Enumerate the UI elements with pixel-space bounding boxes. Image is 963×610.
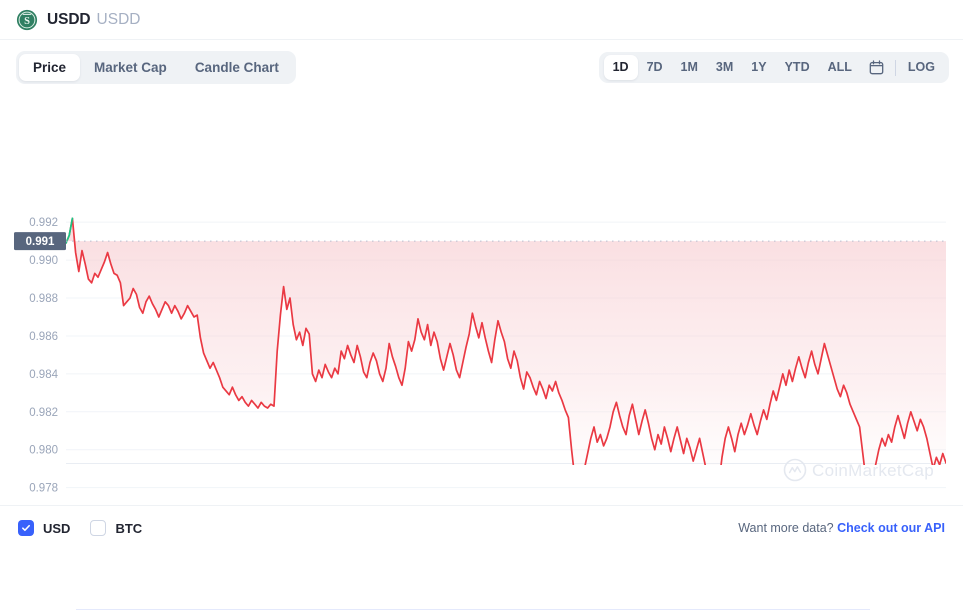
coin-name: USDD: [47, 10, 91, 28]
range-7d[interactable]: 7D: [638, 55, 672, 80]
y-axis-ticks: 0.992 0.990 0.988 0.986 0.984 0.982 0.980 0.978…: [29, 217, 58, 495]
chart-toolbar: Price Market Cap Candle Chart 1D 7D 1M 3…: [0, 40, 963, 95]
range-1d[interactable]: 1D: [603, 55, 638, 80]
chart-type-tabs: Price Market Cap Candle Chart: [16, 50, 296, 85]
y-tick-label: 0.986: [29, 331, 58, 343]
legend-item-usd[interactable]: USD: [18, 520, 70, 536]
current-price-badge-label: 0.991: [26, 236, 55, 248]
usd-label: USD: [43, 520, 71, 536]
y-tick-label: 0.980: [29, 445, 58, 457]
log-scale-button[interactable]: LOG: [899, 55, 944, 80]
y-tick-label: 0.990: [29, 255, 58, 267]
toolbar-divider: [894, 59, 896, 76]
y-tick-label: 0.984: [29, 369, 58, 381]
svg-text:S: S: [24, 16, 30, 27]
range-1y[interactable]: 1Y: [742, 55, 775, 80]
y-tick-label: 0.988: [29, 293, 58, 305]
range-1m[interactable]: 1M: [672, 55, 707, 80]
price-chart-svg[interactable]: 0.992 0.990 0.988 0.986 0.984 0.982 0.980 0.978…: [0, 95, 963, 505]
tab-price[interactable]: Price: [19, 53, 81, 82]
usd-checkbox[interactable]: [18, 520, 34, 536]
chart-footer: USD BTC Want more data? Check out our AP…: [0, 505, 963, 550]
range-3m[interactable]: 3M: [707, 55, 742, 80]
time-range-selector: 1D 7D 1M 3M 1Y YTD ALL LOG: [598, 52, 949, 83]
api-link[interactable]: Check out our API: [837, 521, 945, 535]
btc-checkbox[interactable]: [90, 520, 107, 536]
y-tick-label: 0.982: [29, 407, 58, 419]
currency-legend: USD BTC: [18, 520, 142, 536]
range-all[interactable]: ALL: [819, 55, 861, 80]
more-data-text: Want more data?: [738, 521, 834, 535]
btc-label: BTC: [115, 520, 143, 536]
calendar-icon[interactable]: [861, 56, 892, 79]
coin-symbol: USDD: [96, 10, 141, 28]
y-tick-label: 0.978: [29, 483, 58, 495]
tab-candle-chart[interactable]: Candle Chart: [181, 54, 293, 82]
usdd-coin-icon: S: [16, 9, 38, 30]
legend-item-btc[interactable]: BTC: [90, 520, 142, 536]
range-ytd[interactable]: YTD: [776, 55, 819, 80]
price-chart[interactable]: 0.992 0.990 0.988 0.986 0.984 0.982 0.980 0.978…: [0, 95, 963, 610]
watermark-label: CoinMarketCap: [812, 461, 934, 480]
more-data-section: Want more data? Check out our API: [738, 521, 945, 535]
coin-header: S USDD USDD: [0, 0, 963, 40]
coinmarketcap-watermark: CoinMarketCap: [783, 458, 934, 482]
current-price-badge: 0.991: [14, 232, 66, 251]
tab-market-cap[interactable]: Market Cap: [80, 54, 181, 82]
y-tick-label: 0.992: [29, 217, 58, 229]
